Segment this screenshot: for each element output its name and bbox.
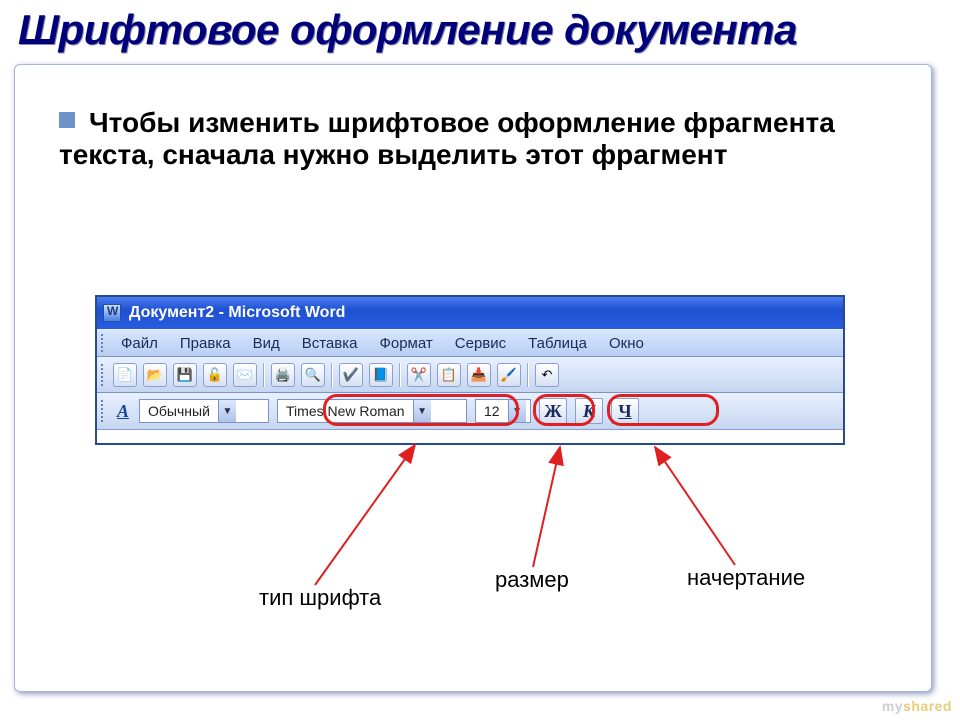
print-button[interactable]: 🖨️	[271, 363, 295, 387]
bullet-icon	[59, 112, 75, 128]
open-button[interactable]: 📂	[143, 363, 167, 387]
toolbar-separator	[263, 363, 265, 387]
spellcheck-button[interactable]: ✔️	[339, 363, 363, 387]
permission-button[interactable]: 🔓	[203, 363, 227, 387]
watermark-part-b: shared	[903, 698, 952, 714]
italic-button[interactable]: К	[575, 398, 603, 424]
style-combo[interactable]: Обычный ▼	[139, 399, 269, 423]
menu-view[interactable]: Вид	[243, 333, 290, 354]
font-combo-value: Times New Roman	[278, 403, 413, 419]
formatting-toolbar: A Обычный ▼ Times New Roman ▼ 12 ▼ Ж К Ч	[97, 393, 843, 429]
chevron-down-icon[interactable]: ▼	[413, 400, 431, 422]
font-size-value: 12	[476, 403, 508, 419]
menu-tools[interactable]: Сервис	[445, 333, 516, 354]
word-app-icon	[103, 304, 121, 322]
chevron-down-icon[interactable]: ▼	[508, 400, 526, 422]
menu-edit[interactable]: Правка	[170, 333, 241, 354]
paste-button[interactable]: 📥	[467, 363, 491, 387]
bullet-text: Чтобы изменить шрифтовое оформление фраг…	[59, 107, 835, 170]
watermark-part-a: my	[882, 698, 903, 714]
save-button[interactable]: 💾	[173, 363, 197, 387]
bullet-paragraph: Чтобы изменить шрифтовое оформление фраг…	[59, 107, 891, 171]
font-combo[interactable]: Times New Roman ▼	[277, 399, 467, 423]
toolbar-separator	[399, 363, 401, 387]
menu-insert[interactable]: Вставка	[292, 333, 368, 354]
toolbar-grip-icon	[101, 400, 105, 422]
style-combo-value: Обычный	[140, 403, 218, 419]
standard-toolbar: 📄 📂 💾 🔓 ✉️ 🖨️ 🔍 ✔️ 📘 ✂️ 📋 📥 🖌️ ↶	[97, 357, 843, 393]
callout-size: размер	[495, 567, 569, 593]
callout-font-type: тип шрифта	[259, 585, 381, 611]
toolbar-separator	[527, 363, 529, 387]
slide-title: Шрифтовое оформление документа	[18, 6, 797, 54]
research-button[interactable]: 📘	[369, 363, 393, 387]
copy-button[interactable]: 📋	[437, 363, 461, 387]
format-painter-button[interactable]: 🖌️	[497, 363, 521, 387]
menu-bar: Файл Правка Вид Вставка Формат Сервис Та…	[97, 329, 843, 357]
menu-table[interactable]: Таблица	[518, 333, 597, 354]
print-preview-button[interactable]: 🔍	[301, 363, 325, 387]
menu-window[interactable]: Окно	[599, 333, 654, 354]
undo-button[interactable]: ↶	[535, 363, 559, 387]
word-titlebar: Документ2 - Microsoft Word	[97, 297, 843, 329]
chevron-down-icon[interactable]: ▼	[218, 400, 236, 422]
toolbar-separator	[331, 363, 333, 387]
watermark: myshared	[882, 698, 952, 714]
word-window: Документ2 - Microsoft Word Файл Правка В…	[95, 295, 845, 445]
menu-file[interactable]: Файл	[111, 333, 168, 354]
style-pane-icon[interactable]: A	[115, 401, 131, 422]
menu-grip-icon	[101, 334, 105, 352]
document-area	[97, 429, 843, 443]
bold-button[interactable]: Ж	[539, 398, 567, 424]
word-title-text: Документ2 - Microsoft Word	[129, 304, 345, 322]
cut-button[interactable]: ✂️	[407, 363, 431, 387]
mail-button[interactable]: ✉️	[233, 363, 257, 387]
content-frame: Чтобы изменить шрифтовое оформление фраг…	[14, 64, 932, 692]
toolbar-grip-icon	[101, 364, 105, 386]
menu-format[interactable]: Формат	[369, 333, 442, 354]
new-doc-button[interactable]: 📄	[113, 363, 137, 387]
underline-button[interactable]: Ч	[611, 398, 639, 424]
callout-style: начертание	[687, 565, 805, 591]
font-size-combo[interactable]: 12 ▼	[475, 399, 531, 423]
